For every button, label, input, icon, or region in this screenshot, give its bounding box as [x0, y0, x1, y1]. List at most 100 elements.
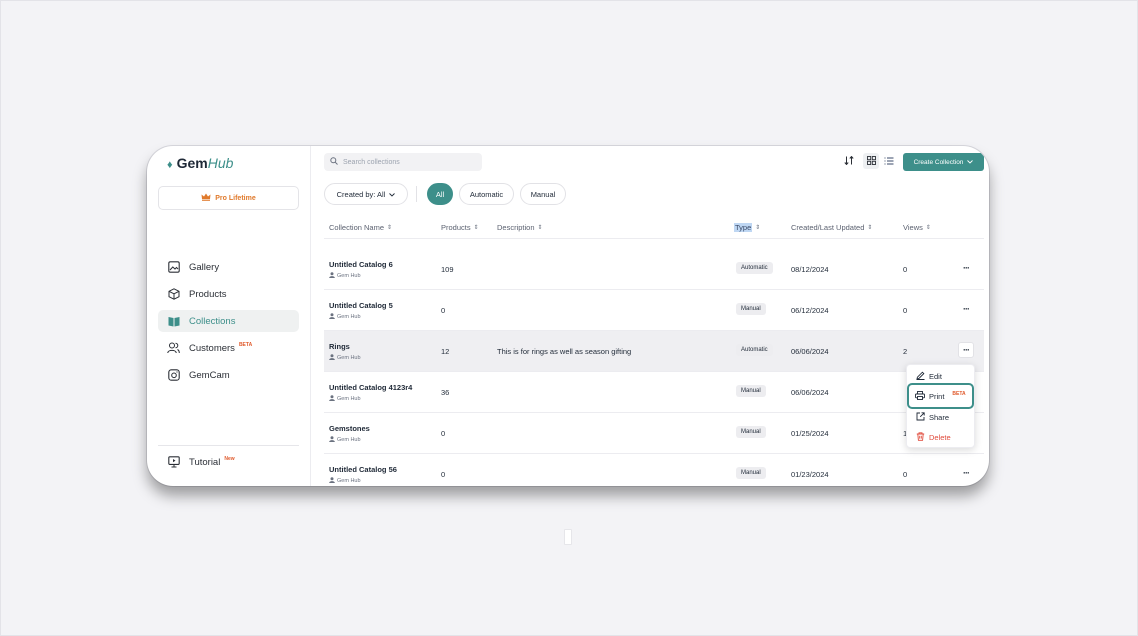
sidebar-item-tutorial[interactable]: Tutorial New: [158, 451, 299, 473]
sidebar-item-label: Tutorial: [189, 456, 221, 468]
create-collection-label: Create Collection: [913, 158, 964, 166]
user-icon: [329, 272, 335, 280]
more-options-button[interactable]: ···: [958, 301, 974, 317]
sidebar-item-label: Customers: [189, 342, 235, 354]
type-badge: Manual: [736, 426, 766, 438]
table-row[interactable]: Untitled Catalog 56 Gem Hub 0 Manual 01/…: [324, 454, 984, 486]
table-row[interactable]: Untitled Catalog 6 Gem Hub 109 Automatic…: [324, 249, 984, 290]
users-icon: [167, 342, 180, 355]
user-icon: [329, 436, 335, 444]
filter-chip-manual[interactable]: Manual: [520, 183, 566, 205]
type-badge: Manual: [736, 385, 766, 397]
pro-lifetime-button[interactable]: Pro Lifetime: [158, 186, 299, 210]
collection-name[interactable]: Untitled Catalog 4123r4: [329, 383, 412, 392]
sidebar-item-label: GemCam: [189, 369, 230, 381]
table-row[interactable]: Untitled Catalog 4123r4 Gem Hub 36 Manua…: [324, 372, 984, 413]
collection-name[interactable]: Gemstones: [329, 424, 370, 433]
user-icon: [329, 354, 335, 362]
logo[interactable]: ♦ GemHub: [167, 155, 233, 171]
sort-arrows-icon: ⇕: [387, 225, 393, 231]
presentation-icon: [167, 456, 180, 469]
header-divider: [324, 238, 984, 239]
type-badge: Manual: [736, 303, 766, 315]
products-count: 36: [441, 388, 450, 397]
type-badge: Manual: [736, 467, 766, 479]
menu-item-label: Share: [929, 412, 950, 422]
search-input[interactable]: Search collections: [343, 159, 400, 166]
products-count: 0: [441, 306, 446, 315]
views: 0: [903, 470, 908, 479]
table-row[interactable]: Untitled Catalog 5 Gem Hub 0 Manual 06/1…: [324, 290, 984, 331]
list-view-button[interactable]: [881, 153, 897, 169]
collection-name[interactable]: Untitled Catalog 5: [329, 301, 393, 310]
filter-chip-all[interactable]: All: [427, 183, 453, 205]
collection-name[interactable]: Untitled Catalog 56: [329, 465, 397, 474]
owner-label: Gem Hub: [337, 396, 361, 402]
date: 06/12/2024: [791, 306, 829, 315]
sort-button[interactable]: [841, 153, 857, 169]
products-count: 109: [441, 265, 454, 274]
column-header-views[interactable]: Views ⇕: [903, 223, 931, 232]
menu-item-share[interactable]: Share: [910, 408, 973, 426]
app-window: ♦ GemHub Pro Lifetime Gallery Products Co…: [147, 146, 989, 486]
user-icon: [329, 395, 335, 403]
search-bar[interactable]: Search collections: [324, 153, 482, 171]
column-header-name[interactable]: Collection Name ⇕: [329, 223, 392, 232]
beta-badge: BETA: [238, 342, 253, 348]
more-options-button[interactable]: ···: [958, 342, 974, 358]
sidebar-item-products[interactable]: Products: [158, 283, 299, 305]
new-badge: New: [224, 456, 235, 462]
grid-view-button[interactable]: [863, 153, 879, 169]
owner: Gem Hub: [329, 354, 361, 362]
column-header-products[interactable]: Products ⇕: [441, 223, 479, 232]
table-row[interactable]: Rings Gem Hub 12 This is for rings as we…: [324, 331, 984, 372]
camera-icon: [167, 369, 180, 382]
sidebar-item-gemcam[interactable]: GemCam: [158, 364, 299, 386]
header-label: Views: [903, 223, 923, 232]
column-header-type[interactable]: Type ⇕: [734, 223, 760, 232]
more-options-button[interactable]: ···: [958, 465, 974, 481]
book-icon: [167, 315, 180, 328]
header-label: Description: [497, 223, 535, 232]
chevron-down-icon: [967, 159, 974, 166]
menu-item-delete[interactable]: Delete: [910, 428, 973, 446]
sort-arrows-icon: ⇕: [755, 225, 761, 231]
menu-item-label: Delete: [929, 432, 951, 442]
owner: Gem Hub: [329, 272, 361, 280]
views: 0: [903, 306, 908, 315]
filter-chip-automatic[interactable]: Automatic: [459, 183, 514, 205]
collection-name[interactable]: Untitled Catalog 6: [329, 260, 393, 269]
header-label: Type: [734, 223, 753, 232]
date: 01/23/2024: [791, 470, 829, 479]
owner-label: Gem Hub: [337, 355, 361, 361]
create-collection-button[interactable]: Create Collection: [903, 153, 984, 171]
menu-item-print[interactable]: Print BETA: [907, 383, 974, 409]
filter-divider: [416, 186, 417, 202]
date: 06/06/2024: [791, 388, 829, 397]
description: This is for rings as well as season gift…: [497, 347, 632, 356]
diamond-icon: ♦: [167, 159, 173, 171]
column-header-description[interactable]: Description ⇕: [497, 223, 543, 232]
column-header-date[interactable]: Created/Last Updated ⇕: [791, 223, 872, 232]
menu-item-label: Print: [929, 391, 945, 401]
type-badge: Automatic: [736, 344, 773, 356]
printer-icon: [915, 390, 925, 402]
logo-hub-text: Hub: [207, 155, 234, 171]
header-label: Created/Last Updated: [791, 223, 865, 232]
collection-name[interactable]: Rings: [329, 342, 350, 351]
more-options-button[interactable]: ···: [958, 260, 974, 276]
sidebar-item-collections[interactable]: Collections: [158, 310, 299, 332]
logo-gem-text: Gem: [176, 155, 208, 171]
sidebar-item-customers[interactable]: Customers BETA: [158, 337, 299, 359]
created-by-label: Created by: All: [336, 189, 386, 199]
grid-icon: [866, 152, 876, 170]
row-context-menu: Edit Print BETA Share Delete: [906, 364, 975, 448]
crown-icon: [201, 193, 211, 203]
products-count: 0: [441, 470, 446, 479]
sidebar-item-gallery[interactable]: Gallery: [158, 256, 299, 278]
table-row[interactable]: Gemstones Gem Hub 0 Manual 01/25/2024 1: [324, 413, 984, 454]
pro-lifetime-label: Pro Lifetime: [215, 194, 256, 202]
beta-badge: BETA: [952, 391, 966, 397]
sidebar-item-label: Collections: [189, 315, 236, 327]
created-by-dropdown[interactable]: Created by: All: [324, 183, 408, 205]
